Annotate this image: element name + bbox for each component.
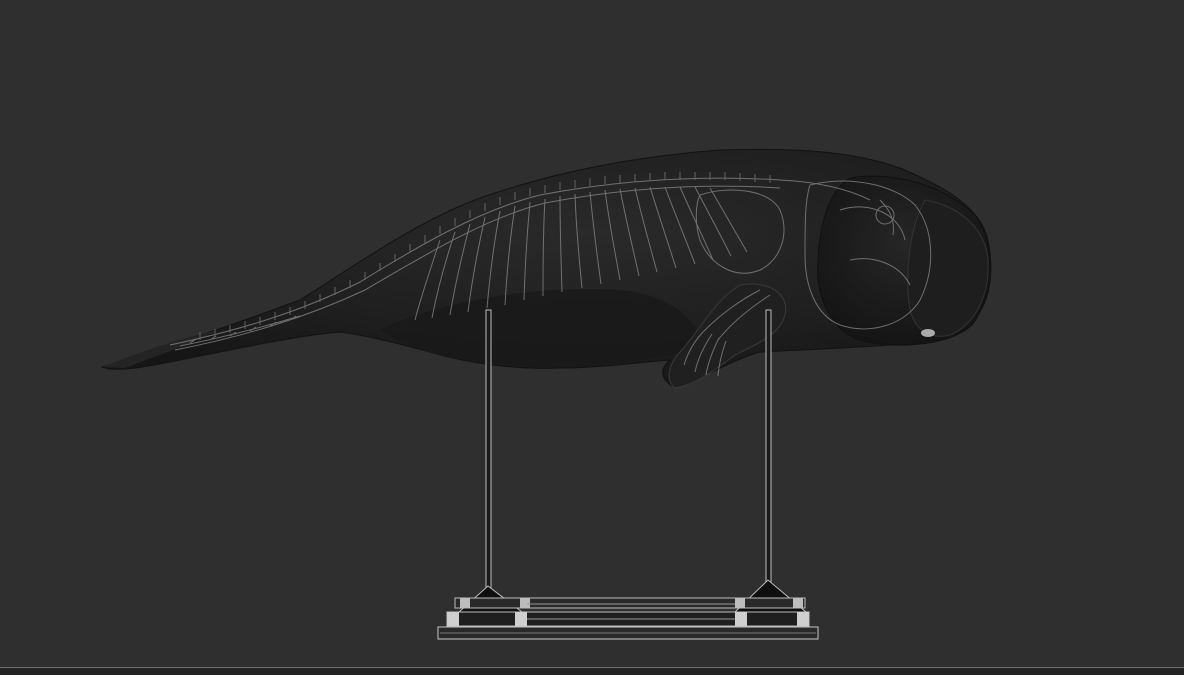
stand-foot-2 <box>515 612 527 626</box>
dugong-model[interactable] <box>100 148 992 389</box>
stand-base-back-rail <box>454 597 806 609</box>
3d-viewport[interactable] <box>0 0 1184 667</box>
stand-foot-5 <box>460 598 470 608</box>
status-strip <box>0 668 1184 675</box>
stand-foot-1 <box>447 612 459 626</box>
stand-foot-4 <box>797 612 809 626</box>
stand-rod-right <box>765 309 772 591</box>
stand-foot-7 <box>735 598 745 608</box>
scene-canvas <box>100 148 992 640</box>
stand-rod-left <box>485 309 492 591</box>
stand-foot-6 <box>520 598 530 608</box>
stand-foot-3 <box>735 612 747 626</box>
stand-foot-8 <box>793 598 803 608</box>
mouth-highlight <box>921 329 935 337</box>
